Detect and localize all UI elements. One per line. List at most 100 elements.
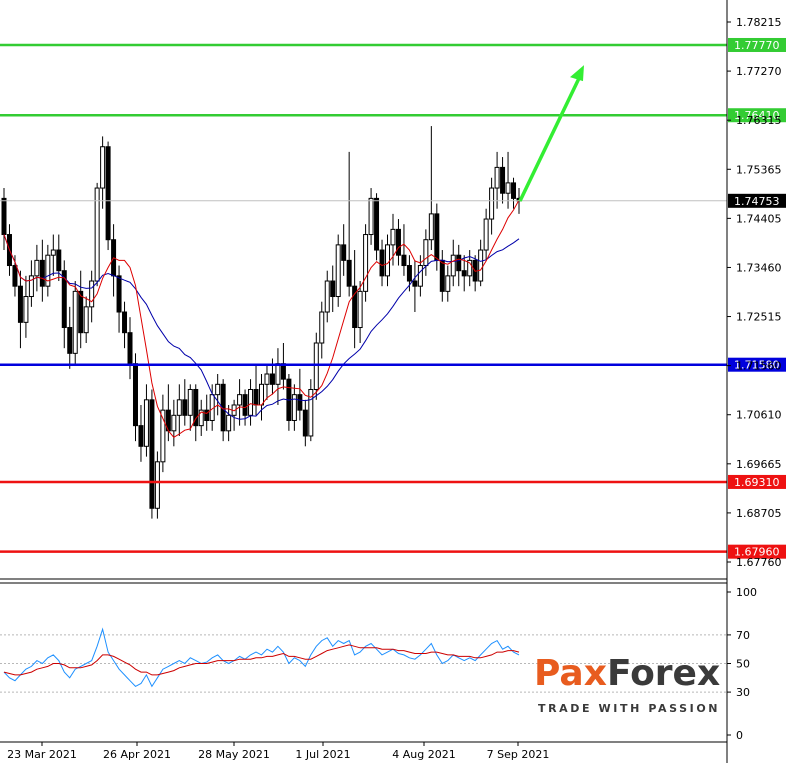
candle-body: [149, 399, 155, 509]
logo-tagline: TRADE WITH PASSION: [538, 702, 721, 715]
candle-body: [105, 146, 111, 241]
logo-wordmark: PaxForex: [534, 654, 720, 694]
candle-body: [390, 228, 396, 246]
candle-body: [346, 259, 352, 287]
candle-body: [154, 461, 160, 509]
oscillator-tick-label: 100: [736, 586, 757, 599]
price-tick-label: 1.77270: [736, 65, 782, 78]
candle-body: [330, 280, 336, 298]
candle-body: [456, 254, 462, 272]
candle-body: [242, 394, 248, 416]
forecast-arrow-head: [570, 65, 584, 82]
candle-body: [406, 265, 412, 282]
candle-body: [319, 311, 325, 344]
candle-body: [324, 280, 330, 313]
candle-body: [122, 311, 128, 334]
candle-body: [23, 296, 29, 323]
logo-word-part1: Pax: [534, 653, 607, 694]
candle-body: [363, 234, 369, 292]
candle-body: [395, 228, 401, 256]
paxforex-logo: PaxForex TRADE WITH PASSION: [534, 654, 720, 718]
candle-body: [39, 259, 45, 287]
candle-body: [313, 342, 319, 390]
candle-body: [500, 166, 506, 194]
candle-body: [428, 213, 434, 241]
candle-body: [72, 290, 78, 354]
oscillator-signal-line: [3, 644, 520, 676]
price-tick-label: 1.70610: [736, 409, 782, 422]
candle-body: [417, 265, 423, 287]
oscillator-tick-label: 0: [736, 729, 743, 742]
candle-body: [56, 249, 62, 272]
candle-body: [489, 187, 495, 220]
candle-body: [89, 280, 95, 308]
price-tick-label: 1.69665: [736, 458, 782, 471]
candlestick-series: [1, 126, 522, 519]
candle-body: [423, 239, 429, 267]
candle-body: [215, 383, 221, 396]
forecast-arrow: [518, 65, 584, 202]
candle-body: [357, 290, 363, 329]
candle-body: [335, 244, 341, 298]
candle-body: [45, 254, 51, 287]
candle-body: [143, 399, 149, 447]
logo-word-part2: Forex: [606, 653, 721, 694]
candle-body: [483, 218, 489, 251]
candle-body: [259, 383, 264, 406]
price-tick-label: 1.72515: [736, 311, 782, 324]
candle-body: [237, 394, 243, 406]
candle-body: [275, 363, 281, 385]
candle-body: [226, 414, 232, 432]
candle-body: [127, 332, 133, 365]
candle-body: [412, 280, 418, 287]
date-tick-label: 1 Jul 2021: [295, 748, 350, 761]
candle-body: [94, 187, 100, 282]
candle-body: [176, 399, 182, 416]
candle-body: [171, 414, 177, 432]
candle-body: [494, 166, 500, 189]
candle-body: [297, 394, 303, 411]
candle-body: [264, 373, 270, 385]
candle-body: [302, 409, 308, 437]
date-tick-label: 4 Aug 2021: [392, 748, 455, 761]
candle-body: [187, 388, 193, 416]
date-tick-label: 23 Mar 2021: [7, 748, 77, 761]
candle-body: [511, 182, 517, 199]
candle-body: [248, 388, 254, 416]
price-tick-label: 1.76315: [736, 114, 782, 127]
candle-body: [17, 285, 23, 323]
current-price-label: 1.74753: [734, 195, 780, 208]
candle-body: [253, 388, 259, 406]
level-label: 1.69310: [734, 476, 780, 489]
candle-body: [138, 425, 144, 447]
price-tick-label: 1.78215: [736, 16, 782, 29]
candle-body: [341, 244, 347, 261]
oscillator-tick-label: 50: [736, 658, 750, 671]
candle-body: [280, 363, 286, 380]
date-tick-label: 28 May 2021: [198, 748, 270, 761]
candle-body: [182, 399, 188, 416]
oscillator-tick-label: 70: [736, 629, 750, 642]
candle-body: [100, 146, 106, 189]
candle-body: [450, 254, 456, 277]
candle-body: [50, 249, 56, 256]
price-tick-label: 1.74405: [736, 212, 782, 225]
candle-body: [368, 197, 374, 236]
candle-body: [379, 249, 385, 277]
candle-body: [505, 182, 511, 194]
price-tick-label: 1.75365: [736, 163, 782, 176]
candle-body: [434, 213, 440, 261]
level-label: 1.77770: [734, 39, 780, 52]
forecast-arrow-shaft: [518, 73, 583, 202]
candle-body: [385, 244, 391, 277]
candle-body: [132, 363, 138, 427]
candle-body: [269, 373, 275, 385]
candle-body: [439, 259, 445, 292]
candle-body: [461, 270, 467, 277]
candle-body: [83, 306, 89, 334]
candle-body: [12, 265, 18, 287]
candle-body: [116, 275, 122, 313]
candle-body: [1, 197, 7, 236]
price-tick-label: 1.71560: [736, 360, 782, 373]
candle-body: [78, 290, 84, 334]
